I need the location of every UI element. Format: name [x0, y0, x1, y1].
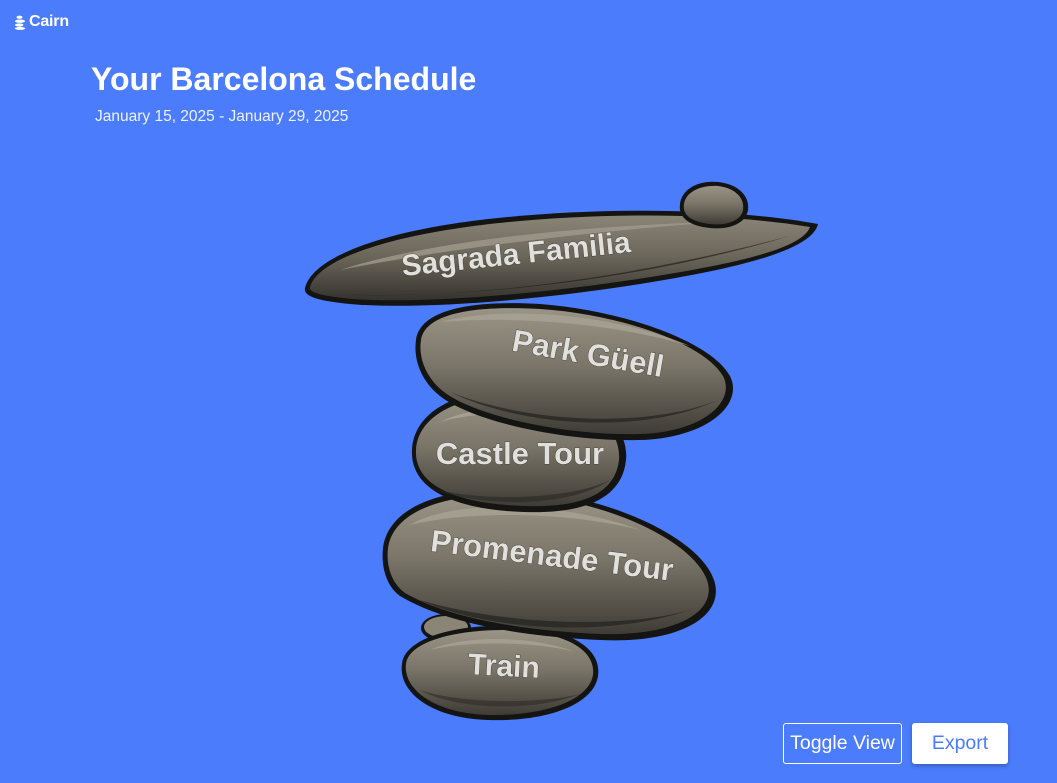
export-button[interactable]: Export [912, 723, 1008, 764]
stone-label: Castle Tour [436, 436, 604, 471]
stone-sagrada-familia[interactable]: Sagrada Familia [304, 181, 819, 306]
stone-label: Train [467, 648, 540, 685]
toggle-view-button[interactable]: Toggle View [783, 723, 902, 764]
cairn-stack: Train Promenade Tour Castle Tour Park Gü… [304, 181, 819, 721]
